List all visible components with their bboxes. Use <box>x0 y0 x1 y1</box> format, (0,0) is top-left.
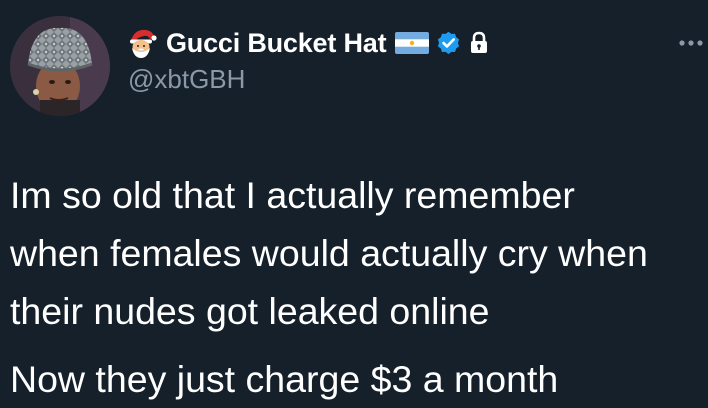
author-display-name[interactable]: Gucci Bucket Hat <box>166 28 387 59</box>
tweet-header: Gucci Bucket Hat @xbtGBH <box>126 26 490 95</box>
tweet-paragraph-1: Im so old that I actually remember when … <box>10 166 708 340</box>
argentina-flag-icon <box>395 32 430 54</box>
avatar-image <box>10 16 110 116</box>
tweet-text-line: their nudes got leaked online <box>10 290 490 332</box>
verified-badge-icon[interactable] <box>435 30 462 57</box>
santa-emoji-icon <box>130 29 157 58</box>
lock-icon <box>471 31 488 53</box>
tweet-text-line: Im so old that I actually remember <box>10 174 575 216</box>
more-options-icon[interactable] <box>676 33 706 53</box>
tweet-body: Im so old that I actually remember when … <box>10 166 708 408</box>
avatar[interactable] <box>10 16 110 116</box>
author-handle[interactable]: @xbtGBH <box>128 64 490 95</box>
tweet-text-line: when females would actually cry when <box>10 232 648 274</box>
author-name-row[interactable]: Gucci Bucket Hat <box>126 26 490 60</box>
tweet-paragraph-2: Now they just charge $3 a month <box>10 358 559 400</box>
